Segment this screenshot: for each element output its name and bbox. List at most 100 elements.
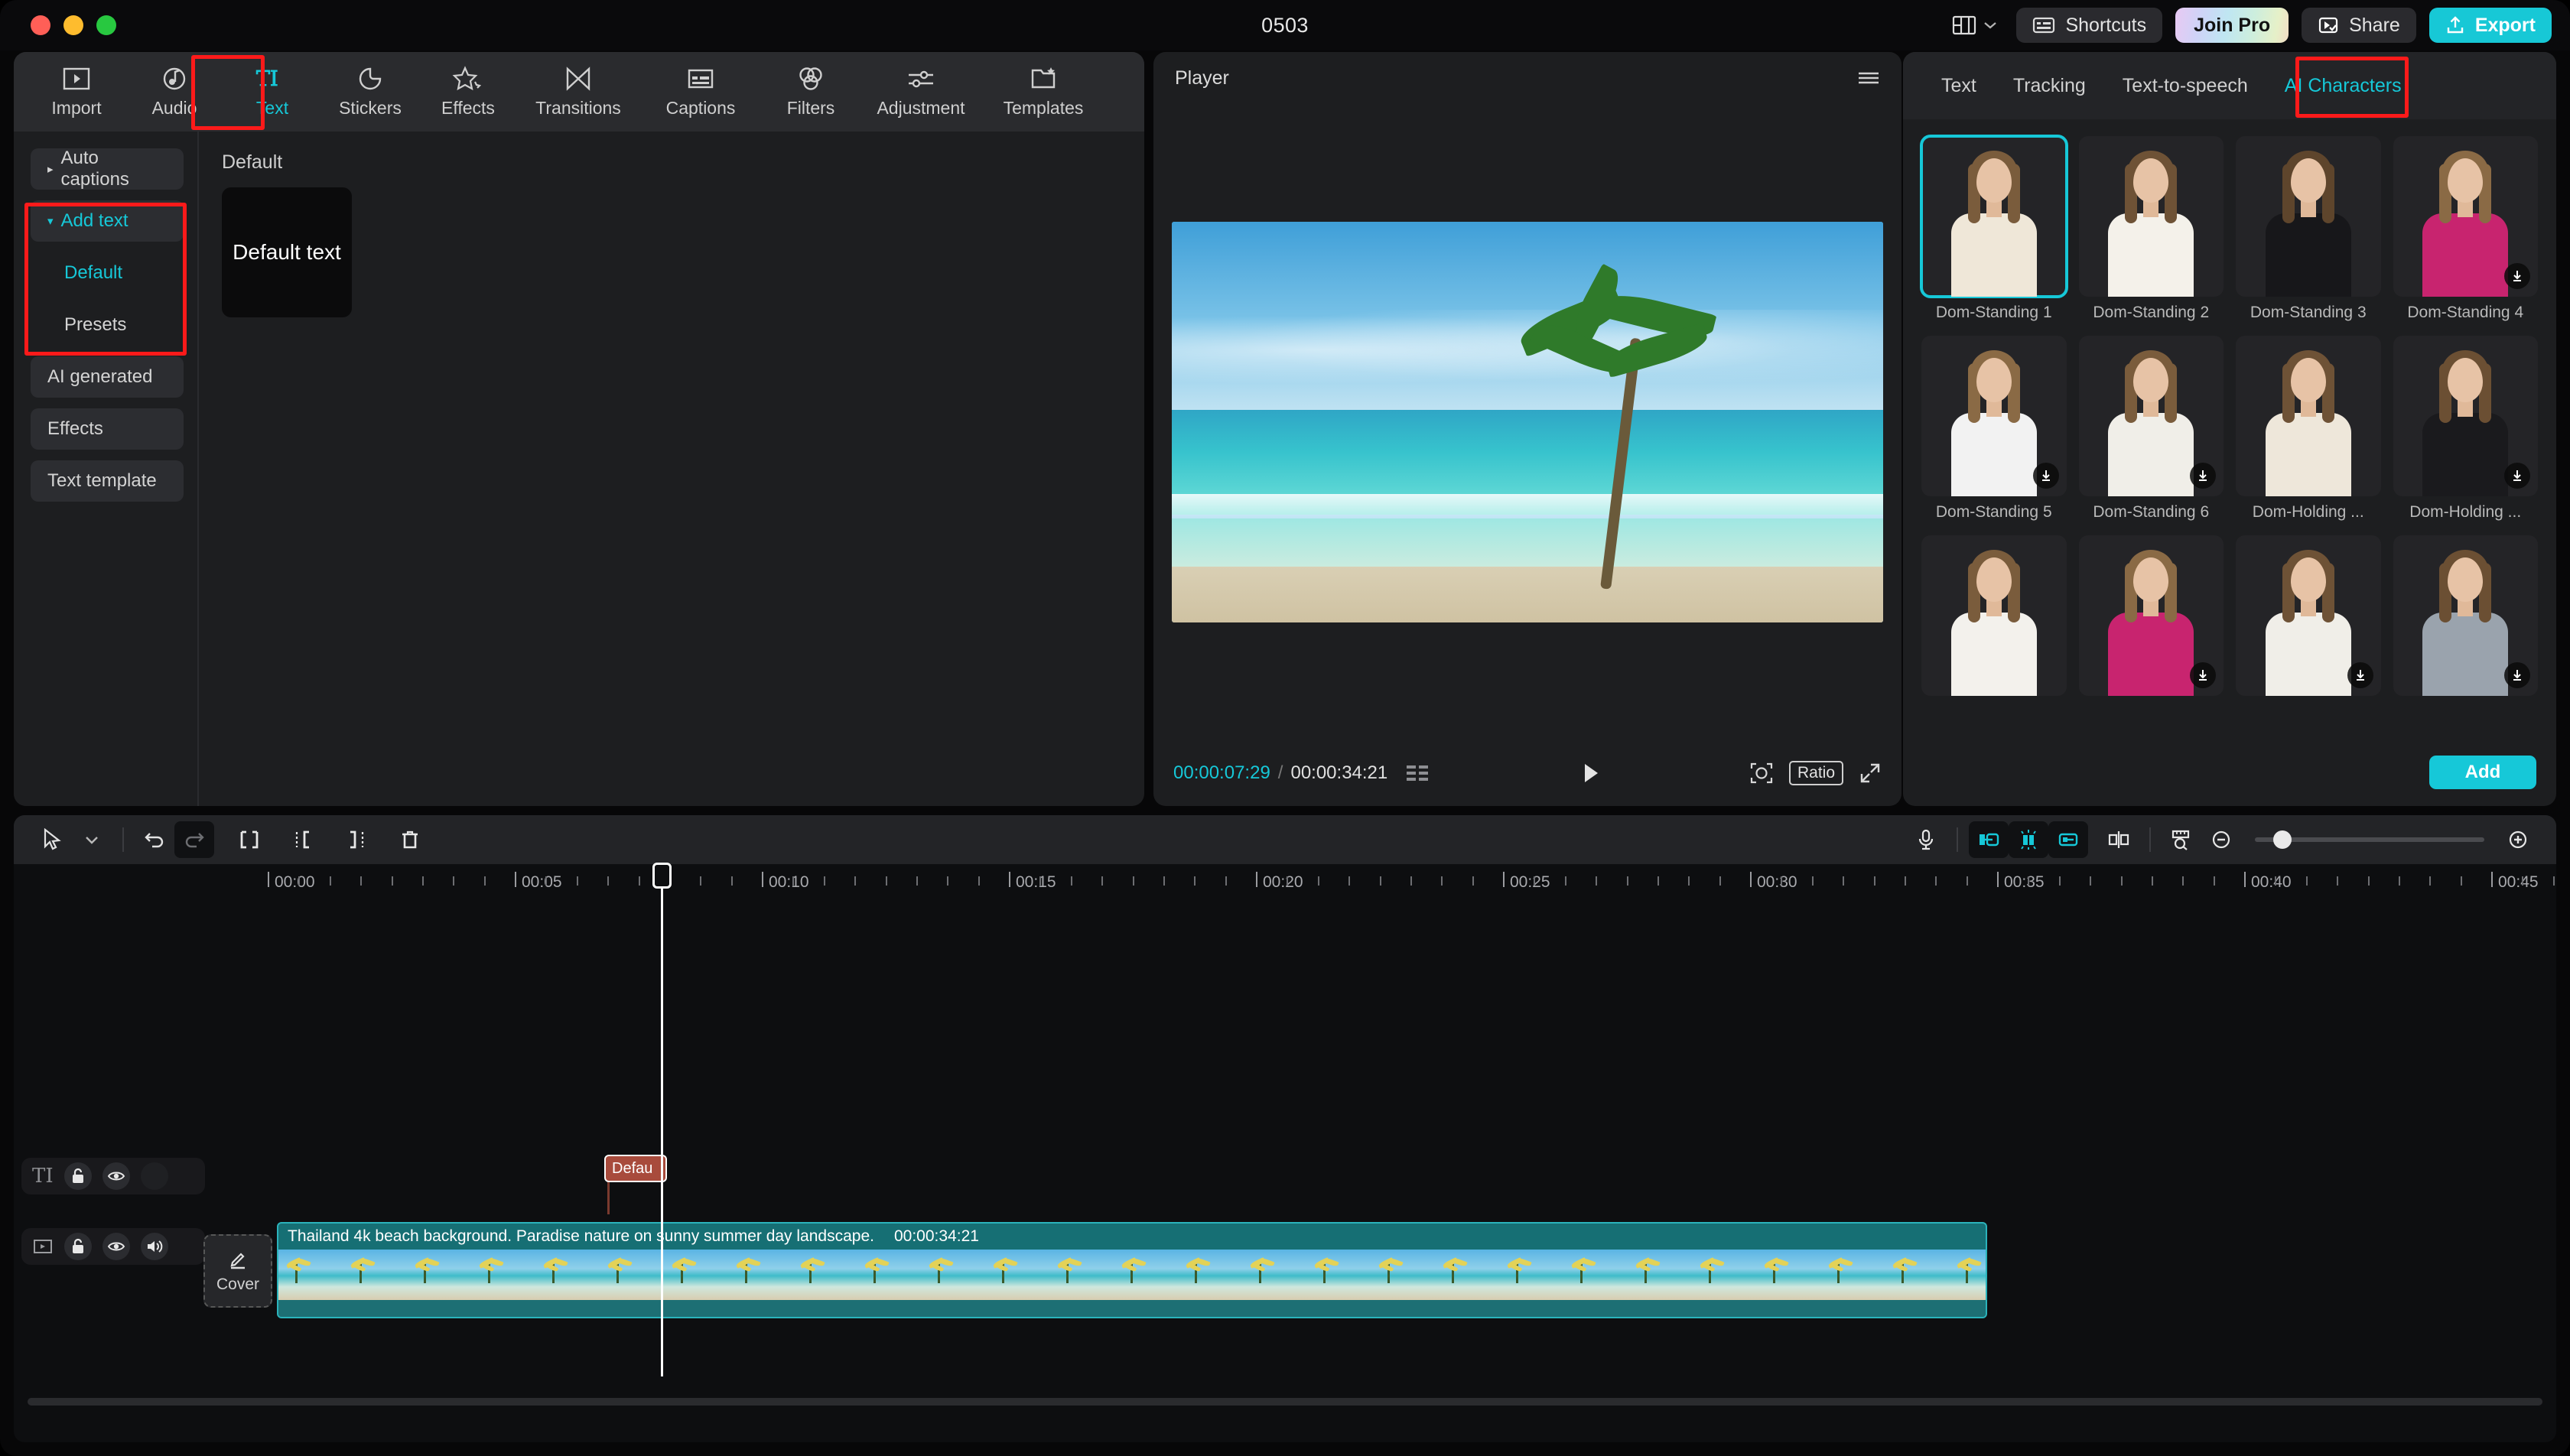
download-icon[interactable] <box>2033 463 2059 489</box>
toolbar-item-text[interactable]: TI Text <box>223 52 321 132</box>
snap-center-button[interactable] <box>2009 821 2048 858</box>
tab-text[interactable]: Text <box>1923 52 1995 119</box>
text-clip[interactable]: Defau <box>604 1155 667 1182</box>
cursor-tool-button[interactable] <box>32 821 72 858</box>
share-button[interactable]: Share <box>2302 8 2416 43</box>
snap-left-button[interactable] <box>1969 821 2009 858</box>
video-preview[interactable] <box>1172 222 1883 622</box>
play-button[interactable] <box>1577 760 1603 786</box>
ratio-button[interactable]: Ratio <box>1789 761 1843 785</box>
character-card[interactable] <box>2393 535 2539 696</box>
character-card[interactable]: Dom-Holding ... <box>2393 336 2539 522</box>
zoom-out-button[interactable] <box>2201 821 2241 858</box>
ruler-tick-minor <box>484 876 486 886</box>
snap-right-button[interactable] <box>2048 821 2088 858</box>
character-card[interactable]: Dom-Standing 3 <box>2236 136 2381 322</box>
toolbar-item-adjustment[interactable]: Adjustment <box>860 52 982 132</box>
character-avatar <box>1921 136 2067 297</box>
layout-switch-button[interactable] <box>1946 9 2003 41</box>
toolbar-item-effects[interactable]: Effects <box>419 52 517 132</box>
cover-button[interactable]: Cover <box>203 1234 272 1308</box>
sidebar-item-default[interactable]: Default <box>31 252 184 294</box>
character-card[interactable]: Dom-Standing 1 <box>1921 136 2067 322</box>
video-clip[interactable]: Thailand 4k beach background. Paradise n… <box>277 1222 1987 1318</box>
character-card[interactable] <box>1921 535 2067 696</box>
toolbar-item-transitions[interactable]: Transitions <box>517 52 639 132</box>
tab-tracking[interactable]: Tracking <box>1995 52 2104 119</box>
text-track-lock-icon[interactable] <box>64 1162 92 1190</box>
ruler-label: 00:00 <box>275 873 315 892</box>
avatar-head <box>2448 158 2483 203</box>
text-track-icon: TI <box>32 1165 54 1188</box>
tab-text-to-speech[interactable]: Text-to-speech <box>2104 52 2266 119</box>
ruler-tick-major <box>515 872 516 887</box>
redo-button[interactable] <box>174 821 214 858</box>
zoom-in-button[interactable] <box>2498 821 2538 858</box>
toolbar-item-filters[interactable]: Filters <box>762 52 860 132</box>
sidebar-item-effects[interactable]: Effects <box>31 408 184 450</box>
download-icon[interactable] <box>2347 662 2373 688</box>
character-card[interactable]: Dom-Standing 5 <box>1921 336 2067 522</box>
preview-sand <box>1172 567 1883 622</box>
sidebar-item-auto-captions[interactable]: ▸ Auto captions <box>31 148 184 190</box>
character-card[interactable]: Dom-Standing 6 <box>2079 336 2224 522</box>
character-card[interactable] <box>2079 535 2224 696</box>
clip-thumbnail-frame <box>278 1250 343 1300</box>
text-track-visibility-icon[interactable] <box>102 1162 130 1190</box>
export-button[interactable]: Export <box>2429 8 2552 43</box>
playhead-handle[interactable] <box>652 863 672 889</box>
sidebar-label-default: Default <box>64 262 122 284</box>
marker-button[interactable] <box>2099 821 2139 858</box>
video-track-visibility-icon[interactable] <box>102 1233 130 1260</box>
sidebar-item-text-template[interactable]: Text template <box>31 460 184 502</box>
shortcuts-button[interactable]: Shortcuts <box>2016 8 2162 43</box>
cursor-tool-dropdown[interactable] <box>72 821 112 858</box>
download-icon[interactable] <box>2190 463 2216 489</box>
character-card[interactable]: Dom-Standing 4 <box>2393 136 2539 322</box>
split-button[interactable] <box>229 821 269 858</box>
character-card[interactable]: Dom-Standing 2 <box>2079 136 2224 322</box>
undo-button[interactable] <box>135 821 174 858</box>
download-icon[interactable] <box>2504 263 2530 289</box>
trim-start-button[interactable] <box>283 821 323 858</box>
download-icon[interactable] <box>2504 662 2530 688</box>
player-menu-button[interactable] <box>1856 68 1882 88</box>
sidebar-item-ai-generated[interactable]: AI generated <box>31 356 184 398</box>
frame-grid-icon[interactable] <box>1404 762 1430 784</box>
toolbar-item-import[interactable]: Import <box>28 52 125 132</box>
avatar-head <box>2448 557 2483 602</box>
download-icon[interactable] <box>2504 463 2530 489</box>
download-icon[interactable] <box>2190 662 2216 688</box>
join-pro-button[interactable]: Join Pro <box>2175 8 2289 43</box>
toolbar-item-templates[interactable]: Templates <box>982 52 1104 132</box>
join-pro-label: Join Pro <box>2194 15 2270 37</box>
record-voiceover-button[interactable] <box>1906 821 1946 858</box>
add-character-button[interactable]: Add <box>2429 756 2536 789</box>
zoom-slider[interactable] <box>2255 837 2484 842</box>
trim-end-button[interactable] <box>337 821 376 858</box>
fullscreen-icon[interactable] <box>1859 762 1882 785</box>
character-card[interactable]: Dom-Holding ... <box>2236 336 2381 522</box>
timeline-horizontal-scrollbar[interactable] <box>28 1398 2542 1406</box>
clip-thumbnail-frame <box>1242 1250 1306 1300</box>
toolbar-item-stickers[interactable]: Stickers <box>321 52 419 132</box>
toolbar-item-captions[interactable]: Captions <box>639 52 762 132</box>
sidebar-item-add-text[interactable]: ▾ Add text <box>31 200 184 242</box>
timeline-ruler[interactable]: 00:0000:0500:1000:1500:2000:2500:3000:35… <box>14 864 2556 899</box>
toolbar-item-audio[interactable]: Audio <box>125 52 223 132</box>
avatar-head <box>2291 358 2326 402</box>
sidebar-item-presets[interactable]: Presets <box>31 304 184 346</box>
delete-button[interactable] <box>390 821 430 858</box>
default-text-card[interactable]: Default text <box>222 187 352 317</box>
playhead[interactable] <box>661 864 663 1376</box>
character-card[interactable] <box>2236 535 2381 696</box>
zoom-slider-knob[interactable] <box>2273 830 2292 849</box>
ruler-tick-minor <box>1657 876 1659 886</box>
measure-button[interactable] <box>2162 821 2201 858</box>
ruler-tick-major <box>268 872 269 887</box>
tab-ai-characters[interactable]: AI Characters <box>2266 52 2420 119</box>
zoom-fit-icon[interactable] <box>1749 762 1774 785</box>
video-track-lock-icon[interactable] <box>64 1233 92 1260</box>
video-track-mute-icon[interactable] <box>141 1233 168 1260</box>
ruler-tick-major <box>1009 872 1010 887</box>
